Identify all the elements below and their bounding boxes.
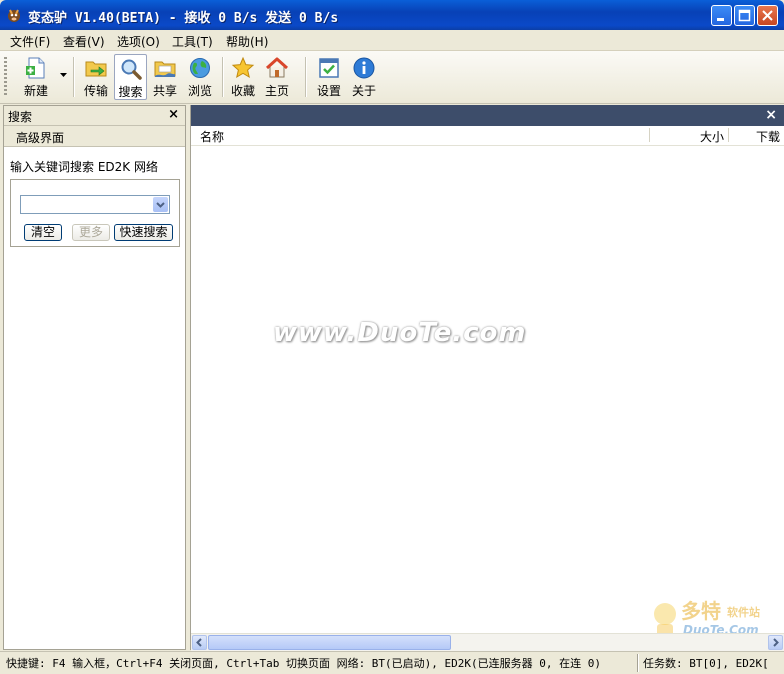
column-divider[interactable] [728, 128, 729, 142]
favorites-label: 收藏 [230, 84, 255, 98]
status-divider [637, 654, 639, 672]
search-panel: 搜索 × 高级界面 输入关键词搜索 ED2K 网络 清空 更多 快速搜索 [3, 105, 186, 650]
column-download[interactable]: 下载 [756, 128, 780, 145]
scroll-right-button[interactable] [768, 635, 783, 650]
search-panel-header: 搜索 × [4, 106, 185, 126]
transfer-folder-icon [85, 61, 107, 77]
search-label: 搜索 [118, 85, 143, 99]
transfer-label: 传输 [83, 84, 108, 98]
share-label: 共享 [152, 84, 177, 98]
shared-folder-icon [154, 61, 176, 77]
results-column-header: 名称 大小 下载 [191, 126, 784, 146]
chevron-right-icon [773, 638, 779, 647]
settings-checklist-icon [319, 58, 339, 78]
more-button[interactable]: 更多 [72, 224, 110, 241]
scroll-left-button[interactable] [192, 635, 207, 650]
home-button[interactable]: 主页 [262, 54, 292, 100]
results-header-bar: × [191, 105, 784, 126]
home-label: 主页 [264, 84, 289, 98]
close-icon [762, 10, 773, 21]
about-label: 关于 [351, 84, 376, 98]
browse-label: 浏览 [187, 84, 212, 98]
advanced-interface-label: 高级界面 [16, 131, 65, 145]
magnifier-icon [121, 59, 142, 80]
share-button[interactable]: 共享 [149, 54, 181, 100]
minimize-icon [717, 18, 724, 21]
menu-bar: 文件(F) 查看(V) 选项(O) 工具(T) 帮助(H) [0, 30, 784, 51]
browse-button[interactable]: 浏览 [184, 54, 216, 100]
search-hint: 输入关键词搜索 ED2K 网络 [10, 160, 158, 174]
search-panel-close-icon[interactable]: × [168, 107, 179, 122]
info-icon [353, 57, 375, 79]
search-input[interactable] [20, 195, 170, 214]
app-window: 变态驴 V1.40(BETA) - 接收 0 B/s 发送 0 B/s 文件(F… [0, 0, 784, 674]
search-button[interactable]: 搜索 [114, 54, 147, 100]
quick-search-button[interactable]: 快速搜索 [114, 224, 173, 241]
toolbar-grip[interactable] [4, 57, 7, 97]
results-panel: × 名称 大小 下载 www.DuoTe.com 多特 软件站 DuoTe.Co… [190, 105, 784, 651]
home-icon [265, 57, 289, 78]
menu-view[interactable]: 查看(V) [63, 33, 105, 50]
column-size[interactable]: 大小 [700, 128, 724, 145]
search-form: 清空 更多 快速搜索 [10, 179, 180, 247]
title-bar[interactable]: 变态驴 V1.40(BETA) - 接收 0 B/s 发送 0 B/s [0, 0, 784, 30]
clear-button[interactable]: 清空 [24, 224, 62, 241]
watermark-text: www.DuoTe.com [273, 318, 527, 348]
horizontal-scrollbar[interactable] [191, 633, 784, 651]
toolbar-separator [305, 57, 307, 97]
scroll-thumb[interactable] [208, 635, 451, 650]
donkey-app-icon [8, 9, 20, 22]
svg-text:多特: 多特 [681, 599, 721, 623]
chevron-left-icon [196, 638, 202, 647]
new-button[interactable]: 新建 [14, 54, 58, 100]
toolbar-separator [73, 57, 75, 97]
results-close-icon[interactable]: × [765, 107, 777, 123]
maximize-icon [738, 9, 751, 22]
status-shortcuts-network: 快捷键: F4 输入框，Ctrl+F4 关闭页面, Ctrl+Tab 切换页面 … [6, 657, 602, 670]
new-document-icon [26, 57, 45, 79]
toolbar-separator [222, 57, 224, 97]
status-bar: 快捷键: F4 输入框，Ctrl+F4 关闭页面, Ctrl+Tab 切换页面 … [0, 651, 784, 674]
new-label: 新建 [23, 84, 48, 98]
about-button[interactable]: 关于 [349, 54, 379, 100]
close-button[interactable] [757, 5, 778, 26]
chevron-down-icon [156, 202, 165, 208]
advanced-interface-tab[interactable]: 高级界面 [4, 126, 185, 147]
minimize-button[interactable] [711, 5, 732, 26]
maximize-button[interactable] [734, 5, 755, 26]
transfer-button[interactable]: 传输 [80, 54, 112, 100]
new-dropdown-icon[interactable] [60, 73, 67, 78]
star-icon [231, 56, 255, 79]
column-divider[interactable] [649, 128, 650, 142]
search-panel-title: 搜索 [8, 110, 33, 124]
svg-text:软件站: 软件站 [727, 605, 760, 619]
menu-tools[interactable]: 工具(T) [172, 33, 213, 50]
menu-file[interactable]: 文件(F) [10, 33, 50, 50]
window-title: 变态驴 V1.40(BETA) - 接收 0 B/s 发送 0 B/s [28, 11, 339, 26]
toolbar: 新建 传输 搜索 共享 浏览 收藏 主页 设置 关于 [0, 51, 784, 104]
combo-dropdown-button[interactable] [153, 197, 168, 212]
settings-button[interactable]: 设置 [313, 54, 345, 100]
favorites-button[interactable]: 收藏 [228, 54, 258, 100]
menu-options[interactable]: 选项(O) [117, 33, 160, 50]
column-name[interactable]: 名称 [200, 128, 224, 145]
settings-label: 设置 [316, 84, 341, 98]
menu-help[interactable]: 帮助(H) [226, 33, 268, 50]
status-task-count: 任务数: BT[0], ED2K[ [643, 657, 769, 670]
globe-icon [190, 58, 210, 78]
